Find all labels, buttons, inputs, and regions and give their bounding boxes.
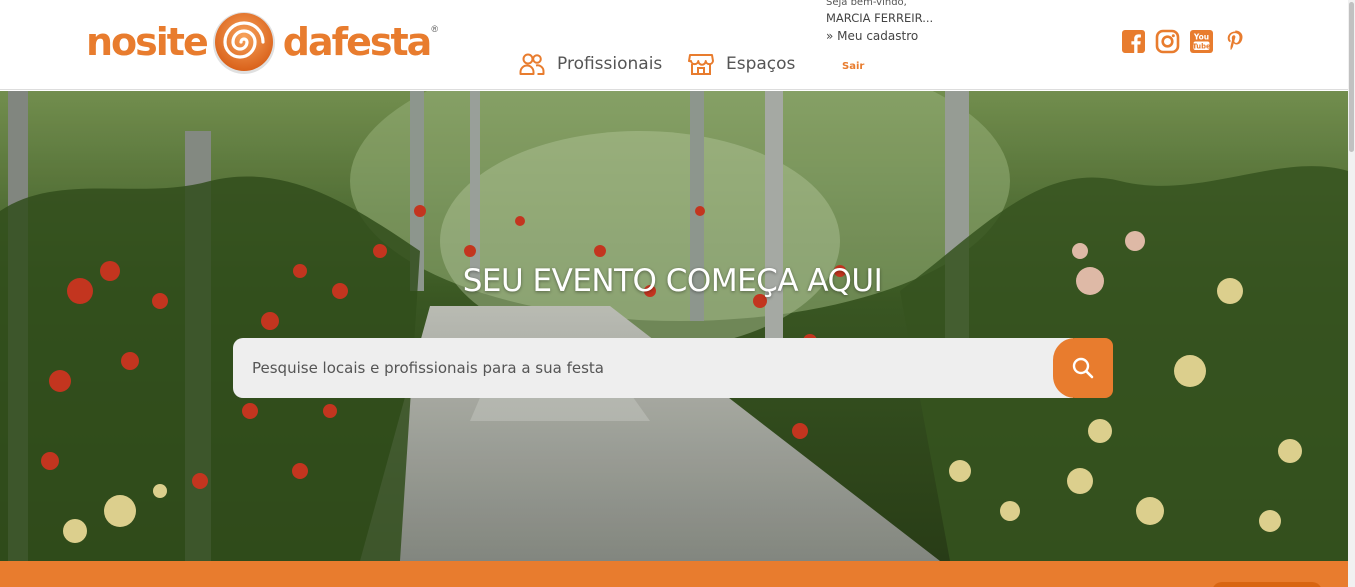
pinterest-icon[interactable] [1223, 29, 1248, 54]
nav-item-profissionais[interactable]: Profissionais [519, 48, 662, 80]
scrollbar-thumb[interactable] [1349, 2, 1354, 152]
hero-banner: SEU EVENTO COMEÇA AQUI [0, 91, 1348, 561]
logo-text-second: dafesta [282, 20, 433, 64]
search-input[interactable] [233, 338, 1073, 398]
logout-link[interactable]: Sair [842, 61, 864, 72]
storefront-icon [688, 54, 714, 75]
svg-text:You: You [1193, 33, 1209, 42]
floating-tab[interactable] [1212, 582, 1322, 587]
search-button[interactable] [1053, 338, 1113, 398]
footer-band [0, 561, 1348, 587]
instagram-icon[interactable] [1155, 29, 1180, 54]
nav-label-profissionais: Profissionais [557, 54, 663, 74]
social-links: You Tube [1121, 29, 1248, 54]
svg-text:Tube: Tube [1192, 43, 1211, 51]
my-profile-link[interactable]: » Meu cadastro [826, 29, 933, 43]
site-header: nosite dafesta ® Profissionais Espaços S… [0, 0, 1348, 90]
logo-swirl-icon [212, 12, 275, 74]
search-bar [233, 338, 1113, 398]
site-logo[interactable]: nosite dafesta ® [86, 6, 438, 78]
welcome-text: Seja bem-vindo, [826, 0, 907, 8]
logo-registered-mark: ® [431, 24, 438, 34]
user-name: MARCIA FERREIR... [826, 11, 934, 25]
search-icon [1072, 357, 1094, 379]
nav-label-espacos: Espaços [726, 54, 796, 74]
user-welcome-box: Seja bem-vindo, MARCIA FERREIR... » Meu … [826, 0, 933, 43]
facebook-icon[interactable] [1121, 29, 1146, 54]
youtube-icon[interactable]: You Tube [1189, 29, 1214, 54]
people-icon [519, 53, 545, 75]
nav-item-espacos[interactable]: Espaços [688, 48, 795, 80]
hero-title: SEU EVENTO COMEÇA AQUI [462, 263, 883, 299]
hero-background-image [0, 91, 1348, 561]
logo-text-first: nosite [86, 20, 209, 64]
